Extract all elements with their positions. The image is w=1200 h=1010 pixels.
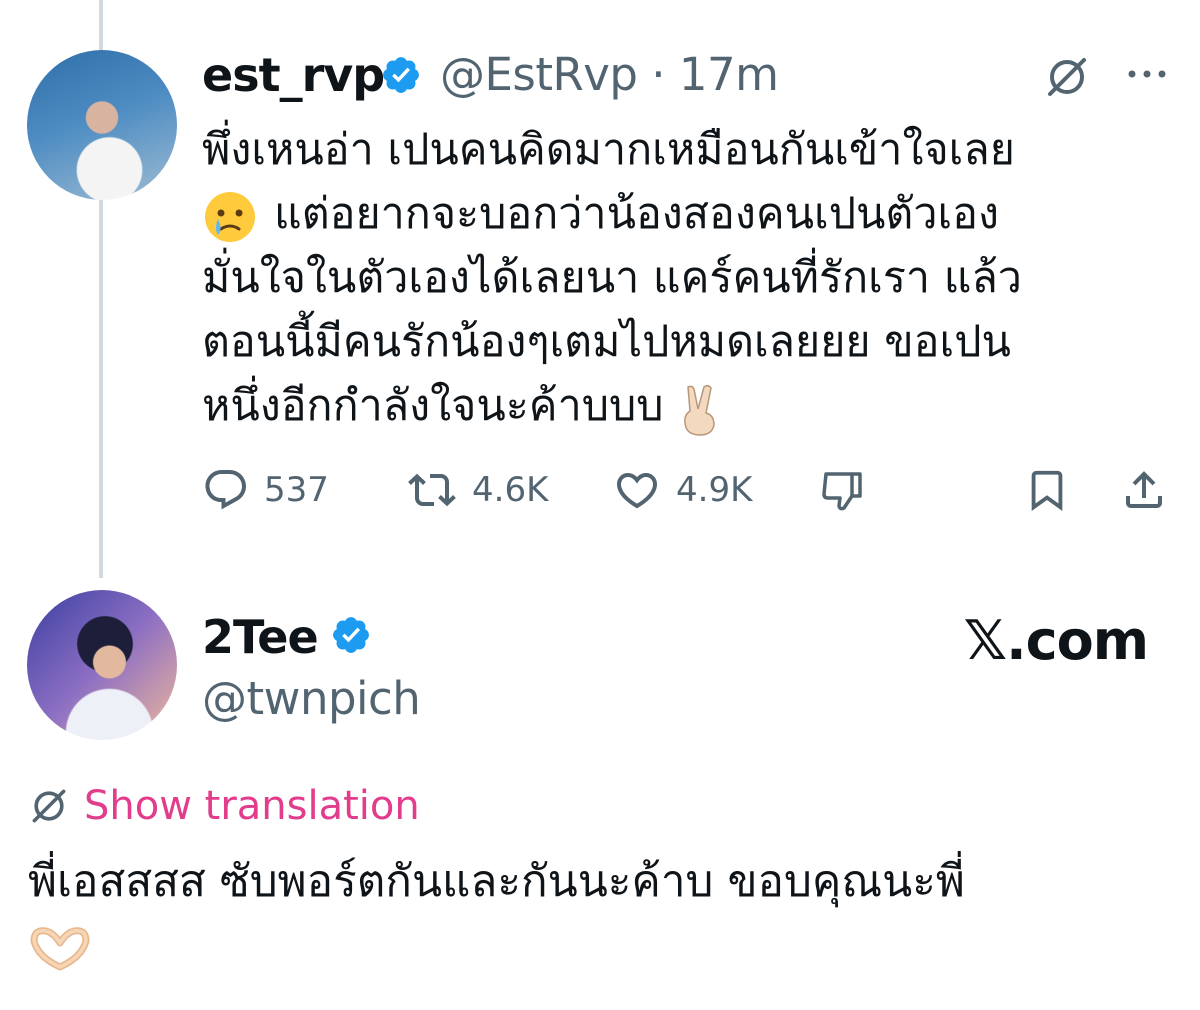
bookmark-button[interactable]: [1024, 460, 1070, 520]
more-icon[interactable]: [1124, 64, 1170, 84]
dislike-button[interactable]: [818, 460, 866, 520]
victory-hand-emoji-icon: [683, 384, 715, 436]
tweet-text-line: ตอนนี้มีคนรักน้องๆเตมไปหมดเลยยย ขอเปน: [202, 317, 1011, 367]
like-button[interactable]: 4.9K: [612, 460, 752, 520]
reply-count: 537: [264, 470, 329, 510]
tweet-text-line: แต่อยากจะบอกว่าน้องสองคนเปนตัวเอง: [274, 189, 999, 239]
reply-text-line-emoji: [28, 914, 1178, 978]
display-name[interactable]: est_rvp: [202, 52, 385, 98]
bookmark-icon: [1031, 470, 1063, 511]
repost-button[interactable]: 4.6K: [406, 460, 548, 520]
sad-face-emoji-icon: [205, 191, 255, 242]
handle-and-time[interactable]: @EstRvp · 17m: [440, 52, 779, 97]
tweet-actions: 537 4.6K 4.9K: [202, 460, 1167, 520]
heart-hands-emoji-icon: [30, 927, 90, 971]
avatar[interactable]: [27, 50, 177, 200]
verified-badge-icon: [383, 57, 419, 93]
reply-icon: [205, 470, 246, 510]
show-translation-link[interactable]: Show translation: [28, 783, 420, 829]
share-button[interactable]: [1120, 460, 1168, 520]
tweet-text-line-with-emoji: หนึ่งอีกกำลังใจนะค้าบบบ: [202, 374, 1162, 438]
translate-icon: [32, 789, 66, 823]
handle[interactable]: @twnpich: [202, 676, 421, 721]
tweet-text: พึ่งเหนอ่า เปนคนคิดมากเหมือนกันเข้าใจเลย…: [202, 118, 1162, 438]
tweet-text-line: หนึ่งอีกกำลังใจนะค้าบบบ: [202, 381, 664, 431]
dislike-icon: [822, 472, 862, 511]
reply-text-line: พี่เอสสสส ซับพอร์ตกันและกันนะค้าบ ขอบคุณ…: [28, 856, 965, 907]
tweet-text-line: มั่นใจในตัวเองได้เลยนา แคร์คนที่รักเรา แ…: [202, 253, 1022, 303]
reply-text: พี่เอสสสส ซับพอร์ตกันและกันนะค้าบ ขอบคุณ…: [28, 850, 1178, 978]
repost-count: 4.6K: [472, 470, 549, 510]
share-icon: [1126, 471, 1162, 508]
tweet-text-line: พึ่งเหนอ่า เปนคนคิดมากเหมือนกันเข้าใจเลย: [202, 125, 1015, 175]
grok-icon[interactable]: [1044, 54, 1090, 100]
tweet-text-line-with-emoji: แต่อยากจะบอกว่าน้องสองคนเปนตัวเอง: [202, 182, 1162, 246]
verified-badge-icon: [333, 617, 369, 653]
repost-icon: [408, 473, 456, 507]
brand-logo: 𝕏.com: [963, 609, 1149, 672]
like-count: 4.9K: [676, 470, 753, 510]
avatar[interactable]: [27, 590, 177, 740]
display-name[interactable]: 2Tee: [202, 614, 319, 660]
show-translation-label: Show translation: [84, 783, 420, 829]
reply-button[interactable]: 537: [202, 460, 329, 520]
heart-icon: [616, 473, 658, 509]
